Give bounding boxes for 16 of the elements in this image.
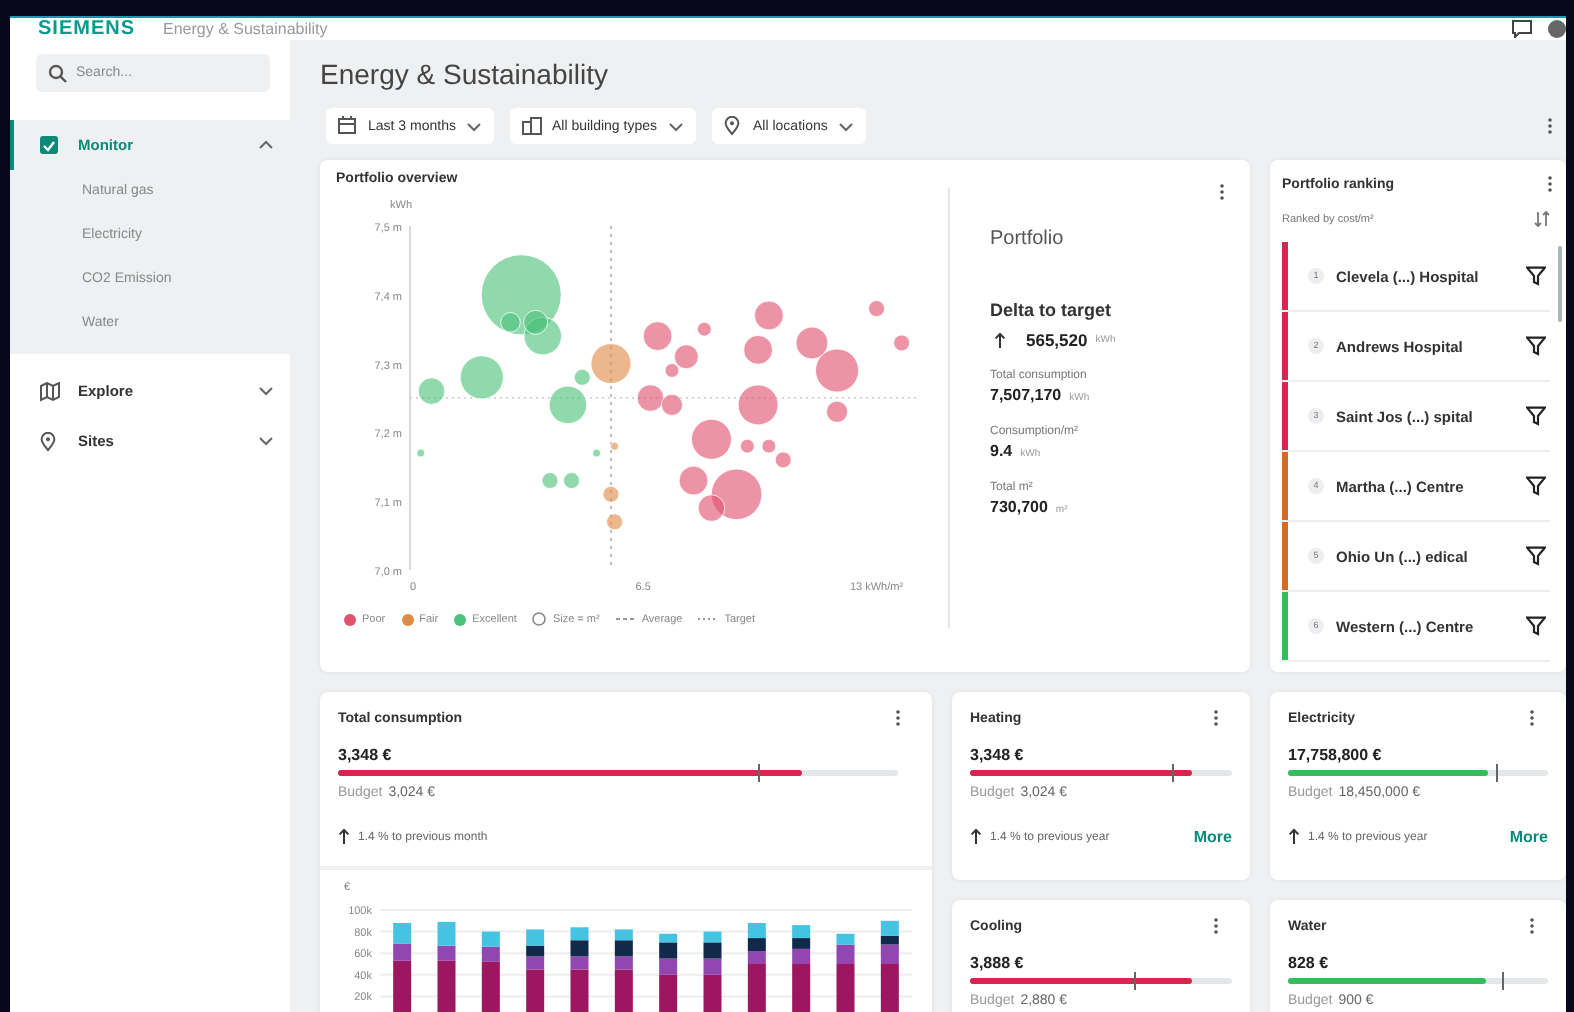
app-name: Energy & Sustainability — [163, 20, 328, 38]
metric-value: 17,758,800 € — [1288, 746, 1384, 764]
stat-label: Delta to target — [990, 300, 1114, 320]
stat-value: 9.4 — [990, 442, 1013, 460]
page-title: Energy & Sustainability — [320, 58, 610, 94]
metric-value: 3,348 € — [970, 746, 1026, 764]
more-link[interactable]: More — [1509, 828, 1548, 846]
metric-value: 828 € — [1288, 954, 1331, 972]
stat-value: 7,507,170 — [990, 386, 1062, 404]
summary-title: Portfolio — [990, 228, 1066, 250]
brand-logo: SIEMENS — [38, 18, 136, 40]
stat-value: 730,700 — [990, 498, 1048, 516]
metric-value: 3,888 € — [970, 954, 1026, 972]
stat-value: 565,520 — [1026, 330, 1088, 350]
metric-value: 3,348 € — [338, 746, 394, 764]
more-link[interactable]: More — [1193, 828, 1232, 846]
